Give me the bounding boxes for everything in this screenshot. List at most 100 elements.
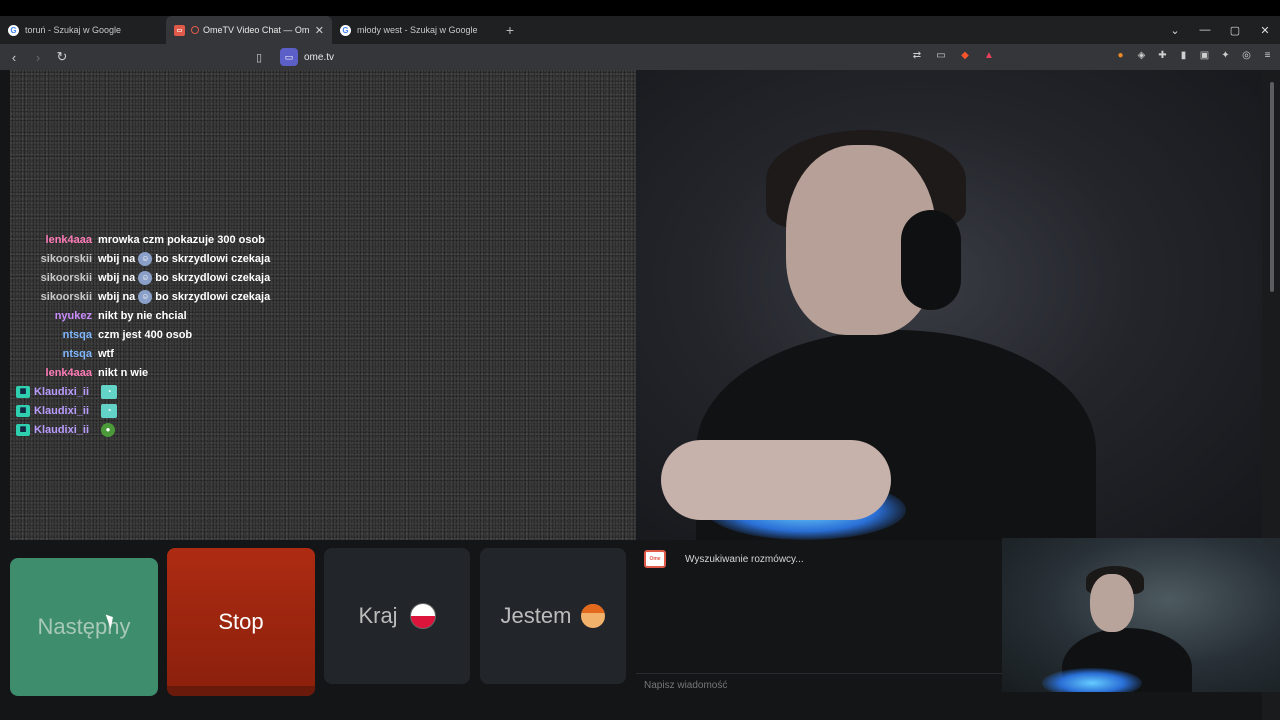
next-button-label: Następny bbox=[37, 614, 131, 639]
chat-text: ● bbox=[98, 422, 118, 437]
tab-ometv[interactable]: ▭ OmeTV Video Chat — Omegle ✕ bbox=[166, 16, 332, 44]
forward-icon[interactable]: › bbox=[28, 50, 48, 65]
headset bbox=[901, 210, 961, 310]
chat-message: lenk4aaa nikt n wie bbox=[10, 363, 410, 382]
chat-text: nikt n wie bbox=[98, 366, 149, 379]
puzzle-icon[interactable]: ✚ bbox=[1156, 49, 1169, 62]
brave-rewards-icon[interactable]: ▲ bbox=[982, 49, 996, 63]
chat-text: ◔ bbox=[98, 403, 120, 418]
chat-message: sikoorskii wbij na ☺ bo skrzydlowi czekaja bbox=[10, 249, 410, 268]
tab-title: OmeTV Video Chat — Omegle bbox=[203, 25, 309, 35]
frog-emote-icon: ● bbox=[101, 422, 115, 437]
brave-shields-icon[interactable]: ◆ bbox=[958, 49, 972, 63]
emote-icon: ◔ bbox=[101, 384, 117, 399]
ometv-logo-icon: Ome bbox=[644, 550, 666, 568]
poland-flag-icon bbox=[409, 603, 436, 629]
chat-text: ◔ bbox=[98, 384, 120, 399]
close-tab-icon[interactable]: ✕ bbox=[315, 24, 324, 37]
chat-username: lenk4aaa bbox=[45, 233, 92, 246]
recording-icon bbox=[191, 26, 199, 34]
ometv-icon: ▭ bbox=[174, 24, 185, 36]
chat-message: ▦ Klaudixi_ii ◔ bbox=[10, 382, 410, 401]
country-button[interactable]: Kraj bbox=[324, 548, 470, 684]
google-icon: G bbox=[8, 24, 19, 36]
leo-ai-icon[interactable]: ✦ bbox=[1219, 49, 1232, 62]
emote-icon: ☺ bbox=[138, 251, 153, 266]
chat-message: ▦ Klaudixi_ii ◔ bbox=[10, 401, 410, 420]
chat-username: ntsqa bbox=[62, 328, 92, 341]
chat-username: sikoorskii bbox=[40, 290, 92, 303]
scrollbar-thumb[interactable] bbox=[1270, 82, 1274, 292]
restore-icon[interactable]: ▢ bbox=[1220, 24, 1250, 37]
text-chat-panel: Ome Wyszukiwanie rozmówcy... bbox=[636, 540, 1002, 696]
minimize-icon[interactable]: — bbox=[1190, 24, 1220, 36]
chat-message: sikoorskii wbij na ☺ bo skrzydlowi czekaja bbox=[10, 287, 410, 306]
emote-icon: ☺ bbox=[138, 289, 153, 304]
translate-icon[interactable]: ⇄ bbox=[910, 49, 924, 63]
page-bottom bbox=[0, 696, 1262, 720]
chat-username: sikoorskii bbox=[40, 252, 92, 265]
next-button[interactable]: Następny bbox=[10, 558, 158, 696]
new-tab-button[interactable]: + bbox=[498, 22, 522, 38]
tab-title: młody west - Szukaj w Google bbox=[357, 25, 478, 35]
address-bar[interactable]: ▯ ▭ ome.tv ⇄ ▭ ◆ ▲ bbox=[256, 47, 996, 67]
tab-search-icon[interactable]: ⌄ bbox=[1160, 24, 1190, 37]
site-info-icon[interactable]: ▭ bbox=[280, 48, 298, 66]
window-controls: ⌄ — ▢ ✕ bbox=[1160, 16, 1280, 44]
chat-text: mrowka czm pokazuje 300 osob bbox=[98, 233, 265, 246]
stop-button[interactable]: Stop bbox=[167, 548, 315, 696]
chat-text: wtf bbox=[98, 347, 114, 360]
subscriber-badge-icon: ▦ bbox=[16, 404, 30, 417]
chat-username: lenk4aaa bbox=[45, 366, 92, 379]
navigation-bar: ‹ › ↻ ▯ ▭ ome.tv ⇄ ▭ ◆ ▲ ● ◈ ✚ ▮ ▣ ✦ ◎ ≡ bbox=[0, 44, 1280, 70]
chat-message: nyukez nikt by nie chcial bbox=[10, 306, 410, 325]
chat-text: czm jest 400 osob bbox=[98, 328, 193, 341]
tab-strip: G toruń - Szukaj w Google ▭ OmeTV Video … bbox=[0, 16, 1280, 44]
ometv-page: lenk4aaa mrowka czm pokazuje 300 osob si… bbox=[0, 70, 1280, 720]
country-button-label: Kraj bbox=[358, 603, 398, 628]
chat-username: Klaudixi_ii bbox=[34, 404, 90, 417]
tab-torun-search[interactable]: G toruń - Szukaj w Google bbox=[0, 16, 166, 44]
vpn-icon[interactable]: ◎ bbox=[1240, 49, 1253, 62]
chat-message: sikoorskii wbij na ☺ bo skrzydlowi czekaja bbox=[10, 268, 410, 287]
chat-text: wbij na ☺ bo skrzydlowi czekaja bbox=[98, 270, 271, 285]
emote-icon: ◔ bbox=[101, 403, 117, 418]
back-icon[interactable]: ‹ bbox=[4, 50, 24, 65]
gender-button-label: Jestem bbox=[500, 603, 572, 628]
gender-button[interactable]: Jestem bbox=[480, 548, 626, 684]
self-webcam-preview bbox=[1002, 538, 1280, 692]
chat-text: wbij na ☺ bo skrzydlowi czekaja bbox=[98, 289, 271, 304]
subscriber-badge-icon: ▦ bbox=[16, 385, 30, 398]
chat-username: ntsqa bbox=[62, 347, 92, 360]
chat-message: lenk4aaa mrowka czm pokazuje 300 osob bbox=[10, 230, 410, 249]
wallet-icon[interactable]: ▣ bbox=[1198, 49, 1211, 62]
extension-orange-icon[interactable]: ● bbox=[1114, 49, 1127, 62]
tab-mlody-west-search[interactable]: G młody west - Szukaj w Google bbox=[332, 16, 498, 44]
chat-text: nikt by nie chcial bbox=[98, 309, 187, 322]
boy-icon bbox=[581, 604, 606, 628]
chat-text: wbij na ☺ bo skrzydlowi czekaja bbox=[98, 251, 271, 266]
chat-username: nyukez bbox=[54, 309, 92, 322]
bookmark-icon[interactable]: ▯ bbox=[256, 51, 270, 64]
self-mouse-glow bbox=[1042, 668, 1142, 692]
chat-username: Klaudixi_ii bbox=[34, 423, 90, 436]
search-status: Wyszukiwanie rozmówcy... bbox=[685, 554, 804, 565]
self-face bbox=[1090, 574, 1134, 632]
menu-icon[interactable]: ≡ bbox=[1261, 49, 1274, 62]
sidebar-icon[interactable]: ▮ bbox=[1177, 49, 1190, 62]
close-window-icon[interactable]: ✕ bbox=[1250, 24, 1280, 37]
remote-webcam-video bbox=[636, 70, 1262, 540]
emote-icon: ☺ bbox=[138, 270, 153, 285]
extension-icons: ● ◈ ✚ ▮ ▣ ✦ ◎ ≡ bbox=[1114, 49, 1274, 62]
person-hand bbox=[661, 440, 891, 520]
reload-icon[interactable]: ↻ bbox=[52, 49, 72, 65]
chat-username: sikoorskii bbox=[40, 271, 92, 284]
message-input[interactable] bbox=[636, 674, 1002, 696]
chat-message: ntsqa wtf bbox=[10, 344, 410, 363]
extension-icon[interactable]: ◈ bbox=[1135, 49, 1148, 62]
url-text[interactable]: ome.tv bbox=[304, 52, 334, 63]
tab-title: toruń - Szukaj w Google bbox=[25, 25, 122, 35]
cast-icon[interactable]: ▭ bbox=[934, 49, 948, 63]
chat-message: ▦ Klaudixi_ii ● bbox=[10, 420, 410, 439]
google-icon: G bbox=[340, 24, 351, 36]
